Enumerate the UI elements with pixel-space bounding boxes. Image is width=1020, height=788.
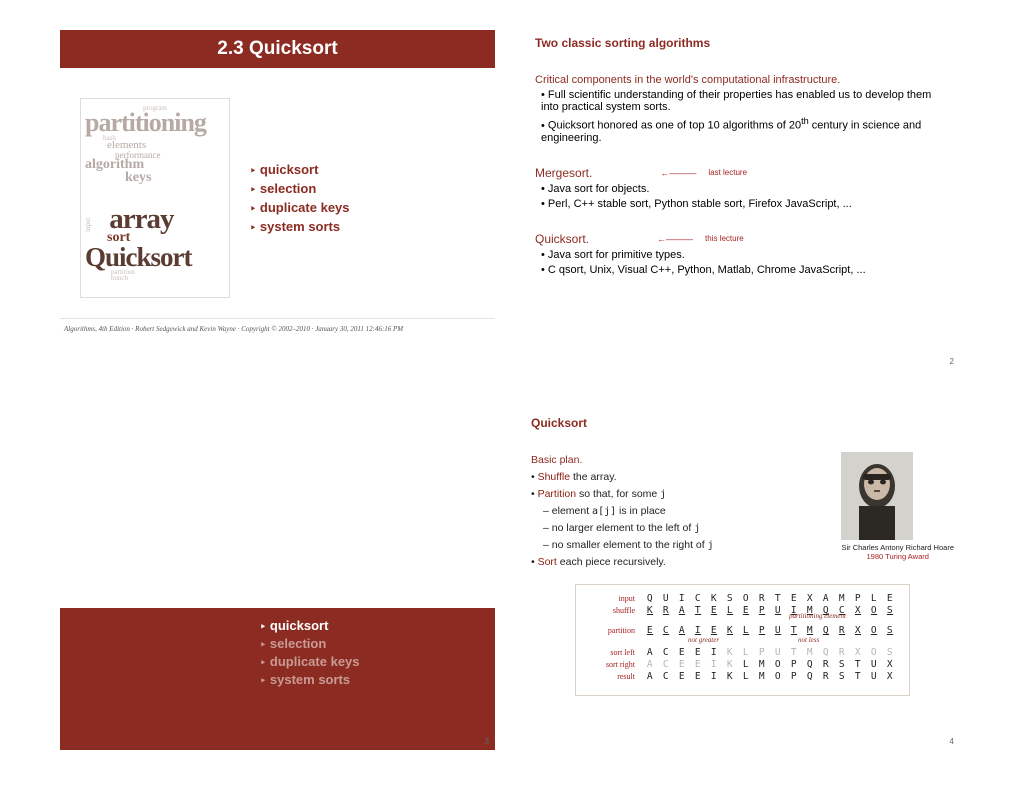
bullet-mergesort-langs: Perl, C++ stable sort, Python stable sor… bbox=[535, 198, 950, 210]
slide-1-footer: Algorithms, 4th Edition · Robert Sedgewi… bbox=[60, 318, 495, 339]
arrow-left-icon: ←——— bbox=[660, 168, 696, 178]
toc-system-sorts: ‣system sorts bbox=[250, 219, 475, 234]
critical-components-heading: Critical components in the world's compu… bbox=[535, 74, 950, 86]
trace-input: input QUICKSORTEXAMPLE bbox=[588, 593, 897, 604]
trace-sortright: sort right ACEEIKLMOPQRSTUX bbox=[588, 659, 897, 670]
wordcloud-keys: keys bbox=[125, 172, 225, 185]
wordcloud-array: array bbox=[109, 206, 173, 232]
wordcloud: program partitioning hash elements perfo… bbox=[80, 98, 230, 298]
bullet-quicksort-langs: C qsort, Unix, Visual C++, Python, Matla… bbox=[535, 264, 950, 276]
hoare-portrait bbox=[841, 452, 913, 540]
wordcloud-algorithm: algorithm bbox=[85, 159, 225, 172]
toc-duplicate-keys: ‣duplicate keys bbox=[260, 654, 495, 669]
arrow-left-icon: ←——— bbox=[657, 234, 693, 244]
anno-not-greater: not greater bbox=[688, 636, 719, 644]
slide-1: 2.3 Quicksort program partitioning hash … bbox=[60, 30, 495, 370]
trace-partition: partition ECAIEKLPUTMQRXOS bbox=[588, 625, 897, 636]
slide-1-title: 2.3 Quicksort bbox=[60, 30, 495, 68]
slide-grid: 2.3 Quicksort program partitioning hash … bbox=[60, 30, 960, 750]
basic-plan: Basic plan. • Shuffle the array. • Parti… bbox=[531, 452, 831, 570]
toc-quicksort: ‣quicksort bbox=[250, 162, 475, 177]
wordcloud-partitioning: partitioning bbox=[85, 111, 225, 134]
toc-system-sorts: ‣system sorts bbox=[260, 672, 495, 687]
slide-2: Two classic sorting algorithms Critical … bbox=[525, 30, 960, 370]
hoare-caption: Sir Charles Antony Richard Hoare 1980 Tu… bbox=[841, 543, 954, 561]
slide-4-title: Quicksort bbox=[531, 410, 954, 442]
slide-3: ‣quicksort ‣selection ‣duplicate keys ‣s… bbox=[60, 410, 495, 750]
page-num-4: 4 bbox=[950, 737, 954, 746]
trace-result: result ACEEIKLMOPQRSTUX bbox=[588, 671, 897, 682]
bullet-mergesort-java: Java sort for objects. bbox=[535, 183, 950, 195]
toc-selection: ‣selection bbox=[260, 636, 495, 651]
slide-4: Quicksort Basic plan. • Shuffle the arra… bbox=[525, 410, 960, 750]
wordcloud-quicksort: Quicksort bbox=[85, 245, 225, 269]
trace-box: input QUICKSORTEXAMPLE shuffle KRATELEPU… bbox=[575, 584, 910, 696]
toc-duplicate-keys: ‣duplicate keys bbox=[250, 200, 475, 215]
slide-2-title: Two classic sorting algorithms bbox=[535, 30, 950, 62]
anno-partitioning-element: partitioning element bbox=[789, 612, 846, 620]
quicksort-row: Quicksort. ←——— this lecture bbox=[535, 232, 950, 246]
page-num-2: 2 bbox=[950, 357, 954, 366]
toc-selection: ‣selection bbox=[250, 181, 475, 196]
mergesort-row: Mergesort. ←——— last lecture bbox=[535, 166, 950, 180]
bullet-quicksort-java: Java sort for primitive types. bbox=[535, 249, 950, 261]
page-num-3: 3 bbox=[485, 737, 489, 746]
bullet-full-scientific: Full scientific understanding of their p… bbox=[535, 89, 950, 113]
anno-not-less: not less bbox=[798, 636, 819, 644]
bullet-top10: Quicksort honored as one of top 10 algor… bbox=[535, 116, 950, 144]
slide-3-toc: ‣quicksort ‣selection ‣duplicate keys ‣s… bbox=[60, 608, 495, 750]
slide-1-toc: ‣quicksort ‣selection ‣duplicate keys ‣s… bbox=[250, 98, 475, 298]
trace-shuffle: shuffle KRATELEPUIMQCXOS bbox=[588, 605, 897, 616]
trace-sortleft: sort left ACEEIKLPUTMQRXOS bbox=[588, 647, 897, 658]
toc-quicksort: ‣quicksort bbox=[260, 618, 495, 633]
